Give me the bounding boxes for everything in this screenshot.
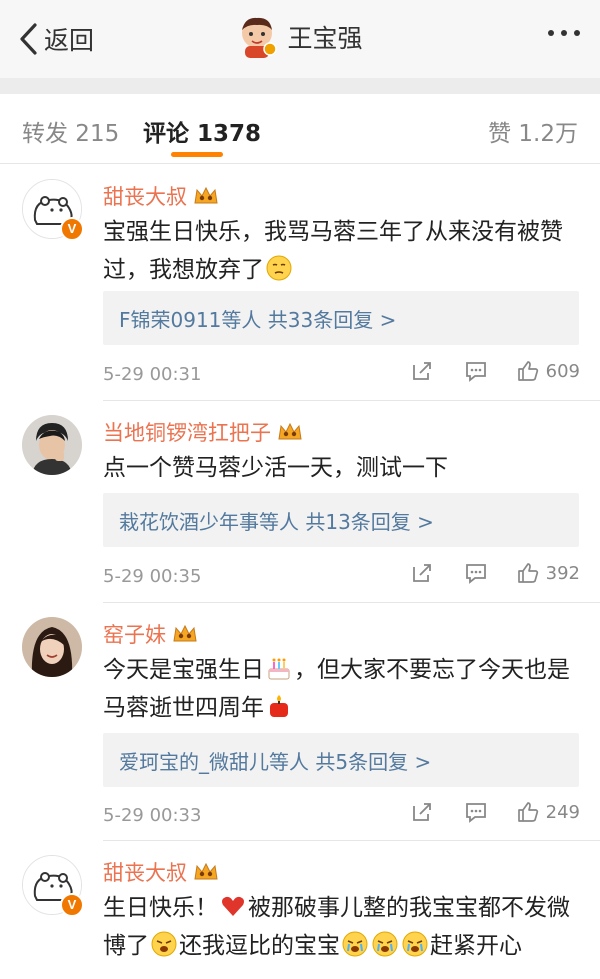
like-button[interactable]: 609 xyxy=(516,359,580,383)
comment-meta: 5-29 00:35 392 xyxy=(103,561,580,591)
vip-crown-icon xyxy=(194,862,218,880)
active-tab-indicator xyxy=(171,152,223,157)
like-button[interactable]: 249 xyxy=(516,800,580,824)
comment-text-part: 点一个赞马蓉少活一天，测试一下 xyxy=(103,455,448,481)
comment-text-part: 今天是宝强生日 xyxy=(103,657,264,683)
verified-icon: V xyxy=(60,217,84,241)
nav-title-group: 王宝强 xyxy=(0,16,600,58)
thumbs-up-icon xyxy=(517,563,538,583)
reply-summary-link[interactable]: 爱珂宝的_微甜儿等人 共5条回复 > xyxy=(103,733,579,787)
crying-face-emoji-icon xyxy=(402,931,428,957)
tab-bar: 转发 215 评论 1378 赞 1.2万 xyxy=(0,94,600,164)
avatar[interactable] xyxy=(22,415,82,475)
birthday-cake-emoji-icon xyxy=(268,658,290,680)
tab-repost[interactable]: 转发 215 xyxy=(22,114,119,148)
comment-meta: 5-29 00:33 249 xyxy=(103,800,580,830)
reply-summary-link[interactable]: 栽花饮酒少年事等人 共13条回复 > xyxy=(103,493,579,547)
comment-text: 点一个赞马蓉少活一天，测试一下 xyxy=(103,449,573,487)
vip-crown-icon xyxy=(194,186,218,204)
more-dots-icon[interactable] xyxy=(548,30,580,36)
repost-icon[interactable] xyxy=(410,561,434,585)
section-divider xyxy=(0,78,600,94)
crying-face-emoji-icon xyxy=(151,931,177,957)
comment-icon[interactable] xyxy=(464,561,488,585)
heart-emoji-icon xyxy=(222,896,244,916)
comment-text-part: 还我逗比的宝宝 xyxy=(179,933,340,959)
comment-text: 宝强生日快乐，我骂马蓉三年了从来没有被赞过，我想放弃了 xyxy=(103,213,573,289)
reply-summary-text: 爱珂宝的_微甜儿等人 共5条回复 > xyxy=(119,749,432,774)
navigation-bar: 返回 王宝强 xyxy=(0,0,600,78)
like-count: 609 xyxy=(545,360,580,382)
comment-item: 当地铜锣湾扛把子 点一个赞马蓉少活一天，测试一下 栽花饮酒少年事等人 共13条回… xyxy=(0,401,600,603)
like-count: 249 xyxy=(545,801,580,823)
crying-face-emoji-icon xyxy=(342,931,368,957)
comment-text-part: 生日快乐！ xyxy=(103,895,218,921)
comment-icon[interactable] xyxy=(464,359,488,383)
user-avatar[interactable] xyxy=(237,16,278,58)
comment-item: V 甜丧大叔 生日快乐！ 被那破事儿整的我宝宝都不发微博了 还我逗比的宝宝 赶紧开心 xyxy=(0,841,600,979)
comment-text: 生日快乐！ 被那破事儿整的我宝宝都不发微博了 还我逗比的宝宝 赶紧开心 xyxy=(103,889,573,965)
comment-text: 今天是宝强生日 ，但大家不要忘了今天也是马蓉逝世四周年 xyxy=(103,651,573,727)
username[interactable]: 甜丧大叔 xyxy=(103,181,187,211)
timestamp: 5-29 00:31 xyxy=(103,363,202,385)
username[interactable]: 窑子妹 xyxy=(103,619,166,649)
username[interactable]: 甜丧大叔 xyxy=(103,857,187,887)
sad-face-emoji-icon xyxy=(266,255,292,281)
timestamp: 5-29 00:35 xyxy=(103,565,202,587)
reply-summary-text: F锦荣0911等人 共33条回复 > xyxy=(119,307,397,332)
vip-crown-icon xyxy=(173,624,197,642)
timestamp: 5-29 00:33 xyxy=(103,804,202,826)
tab-comments[interactable]: 评论 1378 xyxy=(143,114,261,148)
thumbs-up-icon xyxy=(517,802,538,822)
reply-summary-link[interactable]: F锦荣0911等人 共33条回复 > xyxy=(103,291,579,345)
repost-icon[interactable] xyxy=(410,800,434,824)
thumbs-up-icon xyxy=(517,361,538,381)
like-button[interactable]: 392 xyxy=(516,561,580,585)
comment-text-part: 宝强生日快乐，我骂马蓉三年了从来没有被赞过，我想放弃了 xyxy=(103,219,563,283)
vip-crown-icon xyxy=(278,422,302,440)
like-count: 392 xyxy=(545,562,580,584)
comment-item: 窑子妹 今天是宝强生日 ，但大家不要忘了今天也是马蓉逝世四周年 爱珂宝的_微甜儿等… xyxy=(0,603,600,841)
repost-icon[interactable] xyxy=(410,359,434,383)
username[interactable]: 当地铜锣湾扛把子 xyxy=(103,417,271,447)
page-title: 王宝强 xyxy=(287,24,363,53)
verified-icon: V xyxy=(60,893,84,917)
comment-text-part: 赶紧开心 xyxy=(430,933,522,959)
comment-icon[interactable] xyxy=(464,800,488,824)
reply-summary-text: 栽花饮酒少年事等人 共13条回复 > xyxy=(119,509,434,534)
comment-meta: 5-29 00:31 609 xyxy=(103,359,580,389)
avatar[interactable] xyxy=(22,617,82,677)
crying-face-emoji-icon xyxy=(372,931,398,957)
comment-item: V 甜丧大叔 宝强生日快乐，我骂马蓉三年了从来没有被赞过，我想放弃了 F锦荣09… xyxy=(0,165,600,401)
tab-likes[interactable]: 赞 1.2万 xyxy=(488,114,578,148)
candle-emoji-icon xyxy=(270,695,288,717)
